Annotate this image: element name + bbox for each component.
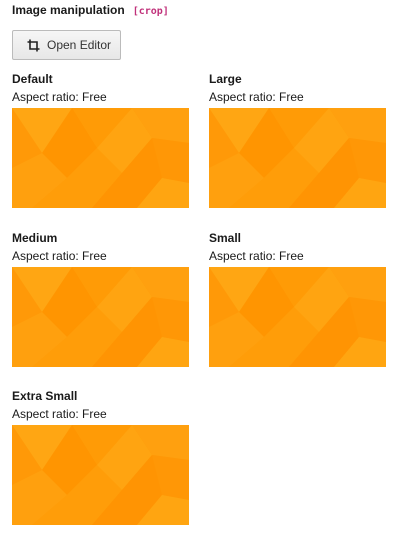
- variant-aspect-ratio: Aspect ratio: Free: [209, 90, 304, 104]
- image-manipulation-panel: Image manipulation [crop] Open Editor De…: [0, 0, 407, 546]
- crop-variant-large: Large Aspect ratio: Free: [209, 72, 387, 208]
- variant-name: Extra Small: [12, 389, 78, 403]
- section-tag: [crop]: [132, 5, 169, 17]
- variant-aspect-ratio: Aspect ratio: Free: [209, 249, 304, 263]
- variant-aspect-ratio: Aspect ratio: Free: [12, 407, 107, 421]
- crop-variant-small: Small Aspect ratio: Free: [209, 231, 387, 367]
- variant-name: Small: [209, 231, 242, 245]
- crop-thumbnail[interactable]: [209, 267, 386, 367]
- crop-thumbnail[interactable]: [209, 108, 386, 208]
- open-editor-label: Open Editor: [47, 38, 112, 52]
- variant-aspect-ratio: Aspect ratio: Free: [12, 90, 107, 104]
- crop-variant-extra-small: Extra Small Aspect ratio: Free: [12, 389, 190, 525]
- open-editor-button[interactable]: Open Editor: [12, 30, 121, 60]
- crop-icon: [27, 39, 40, 52]
- section-heading: Image manipulation [crop]: [12, 2, 169, 18]
- variant-name: Large: [209, 72, 242, 86]
- crop-thumbnail[interactable]: [12, 425, 189, 525]
- variant-name: Medium: [12, 231, 58, 245]
- variant-name: Default: [12, 72, 53, 86]
- crop-variant-medium: Medium Aspect ratio: Free: [12, 231, 190, 367]
- crop-thumbnail[interactable]: [12, 267, 189, 367]
- crop-variant-default: Default Aspect ratio: Free: [12, 72, 190, 208]
- crop-thumbnail[interactable]: [12, 108, 189, 208]
- section-title: Image manipulation: [12, 3, 125, 17]
- variant-aspect-ratio: Aspect ratio: Free: [12, 249, 107, 263]
